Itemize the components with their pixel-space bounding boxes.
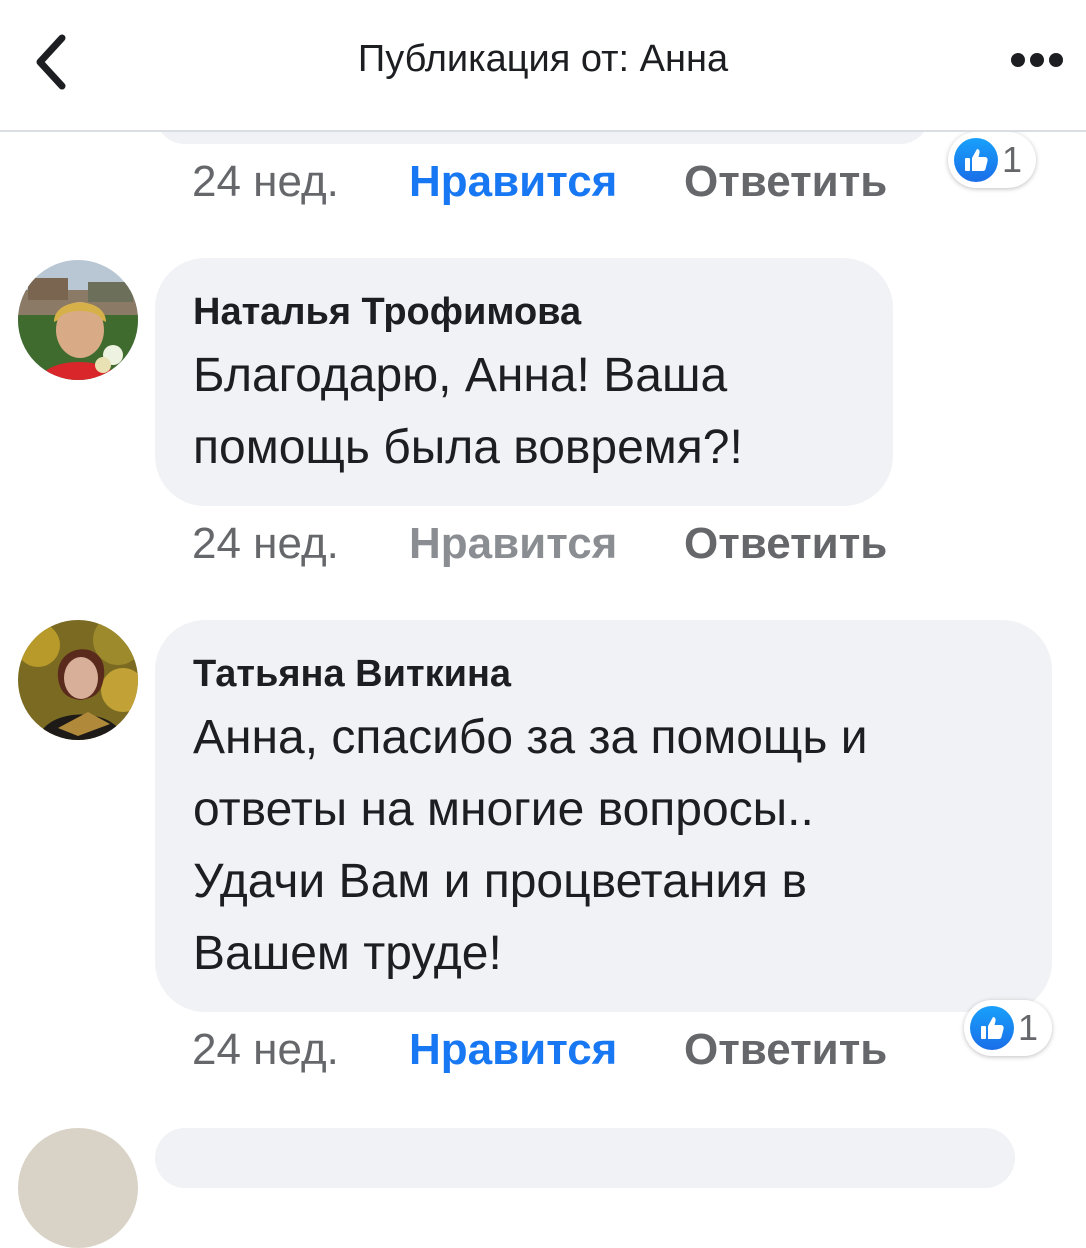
avatar[interactable]: [18, 1128, 138, 1248]
comment-text: Анна, спасибо за за помощь и ответы на м…: [193, 702, 1012, 990]
reaction-count: 1: [1018, 1007, 1039, 1048]
more-horizontal-icon: [1011, 53, 1063, 67]
comment-text: Благодарю, Анна! Ваша помощь была воврем…: [193, 340, 853, 484]
more-options-button[interactable]: [1010, 48, 1064, 72]
reaction-badge[interactable]: 1: [964, 1000, 1053, 1056]
comment-bubble: Наталья Трофимова Благодарю, Анна! Ваша …: [155, 258, 893, 506]
comment-text-line: Удачи Вам и процветания в: [193, 855, 807, 908]
next-comment-bubble: [155, 1128, 1015, 1188]
comment-text-line: Вашем труде!: [193, 927, 502, 980]
thumbs-up-icon: [954, 138, 998, 182]
comment-text-line: ответы на многие вопросы..: [193, 783, 814, 836]
comment-timestamp: 24 нед.: [192, 519, 339, 568]
like-button[interactable]: Нравится: [409, 514, 617, 574]
reply-button[interactable]: Ответить: [684, 514, 887, 574]
reply-button[interactable]: Ответить: [684, 152, 887, 212]
comment-bubble: Татьяна Виткина Анна, спасибо за за помо…: [155, 620, 1052, 1012]
comment-text-line: Анна, спасибо за за помощь и: [193, 711, 868, 764]
page-title: Публикация от: Анна: [357, 38, 729, 80]
avatar[interactable]: [18, 620, 138, 740]
reaction-count: 1: [1002, 139, 1023, 180]
comment-author[interactable]: Татьяна Виткина: [193, 646, 1012, 702]
reply-button[interactable]: Ответить: [684, 1020, 887, 1080]
like-button[interactable]: Нравится: [409, 1020, 617, 1080]
top-bar: Публикация от: Анна: [0, 0, 1086, 132]
comment-text-line: помощь была вовремя?!: [193, 421, 743, 474]
thumbs-up-icon: [970, 1006, 1014, 1050]
comment-timestamp: 24 нед.: [192, 157, 339, 206]
like-button[interactable]: Нравится: [409, 152, 617, 212]
avatar[interactable]: [18, 260, 138, 380]
comment-text-line: Благодарю, Анна! Ваша: [193, 349, 728, 402]
comment-timestamp: 24 нед.: [192, 1025, 339, 1074]
reaction-badge[interactable]: 1: [948, 132, 1037, 188]
comment-author[interactable]: Наталья Трофимова: [193, 284, 853, 340]
